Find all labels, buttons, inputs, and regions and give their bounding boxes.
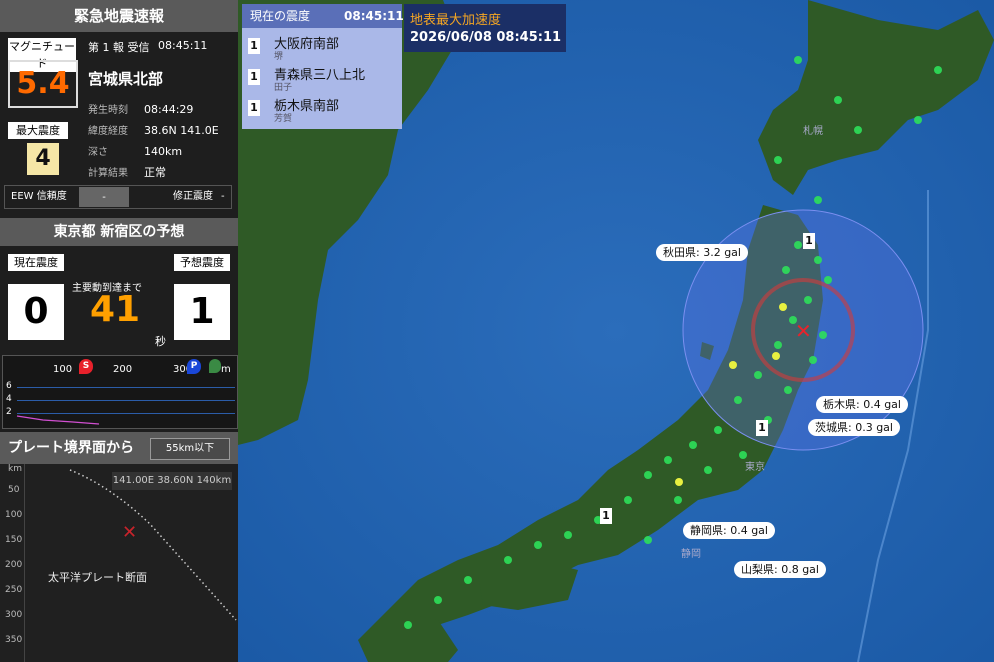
list-item[interactable]: 1 青森県三八上北 田子 (242, 61, 402, 94)
detail-row: 計算結果 正常 (88, 166, 166, 179)
side-panel: 緊急地震速報 マグニチュード 第 1 報 受信 08:45:11 5.4 宮城県… (0, 0, 238, 662)
list-item[interactable]: 1 栃木県南部 芳賀 (242, 94, 402, 127)
max-intensity-badge: 4 (27, 143, 59, 175)
list-item[interactable]: 1 大阪府南部 堺 (242, 28, 402, 62)
corrected-value: - (221, 191, 225, 202)
place-sapporo: 札幌 (803, 126, 823, 137)
plate-title: プレート境界面から (8, 440, 134, 456)
item-sub: 芳賀 (274, 114, 293, 124)
eew-details: 発生時刻 08:44:29 緯度経度 38.6N 141.0E 深さ 140km 計算… (88, 101, 219, 185)
place-tokyo: 東京 (745, 462, 765, 473)
corrected-label: 修正震度 (173, 191, 213, 202)
intensity-badge: 1 (248, 38, 260, 54)
pga-panel: 地表最大加速度 2026/06/08 08:45:11 (404, 4, 566, 52)
reliability-value: - (79, 187, 129, 207)
wave-graph: 100 200 300 S P m 6 4 2 (2, 355, 238, 429)
epicenter-area: 宮城県北部 (88, 70, 164, 88)
eew-header: 緊急地震速報 (0, 0, 238, 32)
wave-trace (16, 415, 100, 425)
list-title: 現在の震度 (250, 9, 311, 23)
pga-title: 地表最大加速度 (410, 13, 502, 28)
magnitude-value: 5.4 (16, 66, 70, 101)
akita-pga-label: 秋田県: 3.2 gal (656, 244, 748, 261)
list-time: 08:45:11 (344, 9, 404, 23)
intensity-marker: 1 (756, 420, 768, 436)
magnitude-box: 5.4 (8, 60, 78, 108)
intensity-marker: 1 (600, 508, 612, 524)
seconds-unit: 秒 (155, 335, 166, 348)
plate-caption: 太平洋プレート断面 (48, 571, 147, 584)
tochigi-pga-label: 栃木県: 0.4 gal (816, 396, 908, 413)
reliability-row: EEW 信頼度 - 修正震度 - (4, 185, 232, 209)
epicenter-x-icon: ✕ (795, 319, 812, 343)
detail-row: 発生時刻 08:44:29 (88, 103, 194, 116)
reliability-label: EEW 信頼度 (11, 191, 67, 202)
max-intensity-label: 最大震度 (8, 122, 68, 139)
plate-section: km 50 100 150 200 250 300 350 141.00E 38… (0, 464, 238, 662)
intensity-badge: 1 (248, 100, 260, 116)
item-sub: 田子 (274, 83, 293, 93)
current-intensity-box: 0 (8, 284, 64, 340)
depth-filter-button[interactable]: 55km以下 (150, 438, 230, 460)
predicted-intensity-label: 予想震度 (174, 254, 230, 271)
plate-boundary-line (69, 469, 237, 621)
current-intensity-list: 現在の震度 08:45:11 1 大阪府南部 堺 1 青森県三八上北 田子 1 … (242, 4, 404, 129)
intensity-badge: 1 (248, 69, 260, 85)
pga-datetime: 2026/06/08 08:45:11 (410, 30, 562, 45)
predicted-intensity-box: 1 (174, 284, 230, 340)
place-shizuoka: 静岡 (681, 549, 701, 560)
shizuoka-pga-label: 静岡県: 0.4 gal (683, 522, 775, 539)
arrival-seconds: 41 (90, 289, 141, 330)
report-number: 第 1 報 受信 (88, 41, 150, 54)
intensity-marker: 1 (803, 233, 815, 249)
ibaraki-pga-label: 茨城県: 0.3 gal (808, 419, 900, 436)
detail-row: 深さ 140km (88, 145, 183, 158)
forecast-header: 東京都 新宿区の予想 (0, 218, 238, 246)
hypocenter-x-icon: ✕ (122, 522, 138, 543)
item-name: 大阪府南部 (274, 37, 340, 52)
list-header: 現在の震度 08:45:11 (242, 4, 404, 28)
detail-row: 緯度経度 38.6N 141.0E (88, 124, 219, 137)
yamanashi-pga-label: 山梨県: 0.8 gal (734, 561, 826, 578)
current-intensity-label: 現在震度 (8, 254, 64, 271)
received-time: 08:45:11 (158, 39, 208, 52)
